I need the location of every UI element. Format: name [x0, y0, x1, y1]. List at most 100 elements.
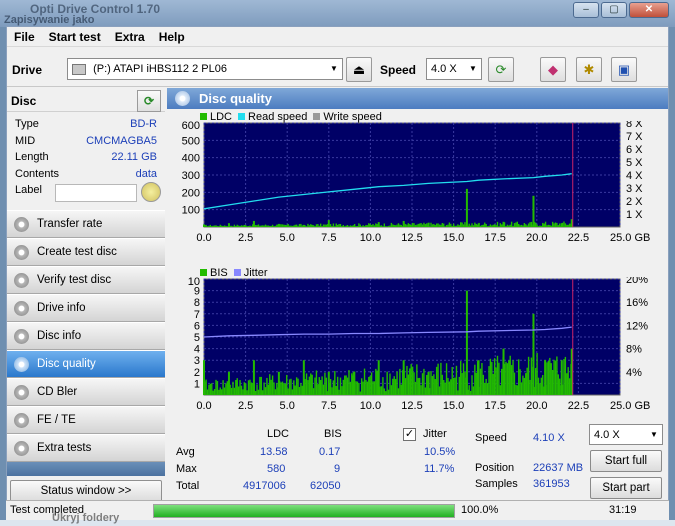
drive-select[interactable]: (P:) ATAPI iHBS112 2 PL06 ▼ — [67, 58, 343, 80]
noise-bar — [266, 377, 268, 395]
noise-bar — [452, 223, 455, 227]
noise-bar — [485, 378, 487, 395]
noise-bar — [351, 225, 353, 227]
noise-bar — [551, 369, 554, 395]
noise-bar — [534, 222, 537, 227]
noise-bar — [460, 222, 462, 227]
close-button[interactable]: ✕ — [629, 2, 669, 18]
x-tick-label: 2.5 — [238, 232, 253, 244]
test-speed-select[interactable]: 4.0 X ▼ — [589, 424, 663, 445]
nav-extra-tests[interactable]: Extra tests — [7, 434, 165, 462]
noise-bar — [213, 225, 216, 227]
noise-bar — [237, 386, 240, 395]
settings-button[interactable]: ✱ — [576, 57, 602, 82]
noise-bar — [566, 373, 568, 395]
start-full-button[interactable]: Start full — [590, 450, 662, 472]
data-bar — [402, 220, 405, 227]
nav-create-test-disc[interactable]: Create test disc — [7, 238, 165, 266]
eject-button[interactable]: ⏏ — [346, 57, 372, 82]
y-right-tick-label: 20% — [626, 277, 648, 286]
start-part-button[interactable]: Start part — [590, 477, 662, 499]
noise-bar — [261, 225, 264, 227]
noise-bar — [365, 379, 367, 395]
noise-bar — [396, 371, 398, 395]
noise-bar — [462, 363, 465, 395]
noise-bar — [339, 223, 342, 227]
noise-bar — [300, 223, 302, 227]
noise-bar — [220, 225, 223, 227]
noise-bar — [416, 224, 418, 227]
noise-bar — [479, 225, 482, 227]
data-bar — [544, 360, 547, 395]
noise-bar — [286, 225, 288, 227]
erase-button[interactable]: ◆ — [540, 57, 566, 82]
noise-bar — [495, 367, 497, 395]
y-right-tick-label: 6 X — [626, 144, 643, 156]
y-right-tick-label: 12% — [626, 320, 648, 332]
nav-cd-bler[interactable]: CD Bler — [7, 378, 165, 406]
noise-bar — [440, 362, 442, 395]
noise-bar — [431, 224, 434, 227]
noise-bar — [489, 224, 492, 227]
menu-start-test[interactable]: Start test — [42, 30, 108, 44]
noise-bar — [321, 376, 323, 395]
noise-bar — [390, 222, 393, 227]
noise-bar — [273, 382, 275, 395]
noise-bar — [310, 373, 312, 395]
stats-avg-label: Avg — [176, 446, 195, 458]
nav-verify-test-disc[interactable]: Verify test disc — [7, 266, 165, 294]
noise-bar — [435, 366, 438, 395]
nav-fe-te[interactable]: FE / TE — [7, 406, 165, 434]
nav-disc-info[interactable]: Disc info — [7, 322, 165, 350]
noise-bar — [283, 383, 285, 395]
x-tick-label: 25.0 GB — [610, 400, 650, 412]
noise-bar — [413, 372, 415, 395]
nav-label: Extra tests — [37, 442, 92, 454]
noise-bar — [239, 225, 241, 227]
noise-bar — [481, 225, 483, 227]
noise-bar — [468, 223, 470, 227]
noise-bar — [274, 389, 277, 395]
noise-bar — [399, 368, 401, 395]
noise-bar — [546, 362, 548, 395]
jitter-checkbox[interactable]: ✓ — [403, 428, 416, 441]
noise-bar — [246, 390, 248, 395]
label-field[interactable] — [55, 184, 137, 202]
noise-bar — [499, 385, 502, 395]
noise-bar — [216, 381, 219, 395]
save-button[interactable]: ▣ — [611, 57, 637, 82]
noise-bar — [485, 224, 487, 227]
menu-extra[interactable]: Extra — [108, 30, 152, 44]
label-disc-button[interactable] — [141, 182, 161, 202]
y-tick-label: 300 — [182, 170, 200, 182]
drive-label: Drive — [12, 63, 43, 77]
minimize-button[interactable]: – — [573, 2, 599, 18]
noise-bar — [263, 225, 265, 227]
menu-file[interactable]: File — [7, 30, 42, 44]
disc-refresh-button[interactable]: ⟳ — [137, 90, 161, 112]
menu-help[interactable]: Help — [152, 30, 192, 44]
refresh-button[interactable]: ⟳ — [488, 57, 514, 82]
nav-disc-quality[interactable]: Disc quality — [7, 350, 165, 378]
nav-label: Create test disc — [37, 246, 117, 258]
nav-transfer-rate[interactable]: Transfer rate — [7, 210, 165, 238]
speed-select[interactable]: 4.0 X ▼ — [426, 58, 482, 80]
y-right-tick-label: 2 X — [626, 196, 643, 208]
noise-bar — [491, 225, 493, 227]
status-window-button[interactable]: Status window >> — [10, 480, 162, 502]
noise-bar — [267, 384, 270, 395]
noise-bar — [433, 223, 435, 227]
noise-bar — [559, 378, 561, 395]
noise-bar — [409, 224, 411, 227]
x-tick-label: 15.0 — [443, 232, 464, 244]
noise-bar — [509, 355, 511, 395]
noise-bar — [211, 226, 213, 227]
noise-bar — [519, 225, 521, 227]
x-tick-label: 10.0 — [360, 232, 381, 244]
disc-icon — [14, 357, 29, 372]
noise-bar — [563, 221, 565, 227]
maximize-button[interactable]: ▢ — [601, 2, 627, 18]
nav-drive-info[interactable]: Drive info — [7, 294, 165, 322]
noise-bar — [363, 368, 366, 395]
noise-bar — [215, 379, 217, 395]
